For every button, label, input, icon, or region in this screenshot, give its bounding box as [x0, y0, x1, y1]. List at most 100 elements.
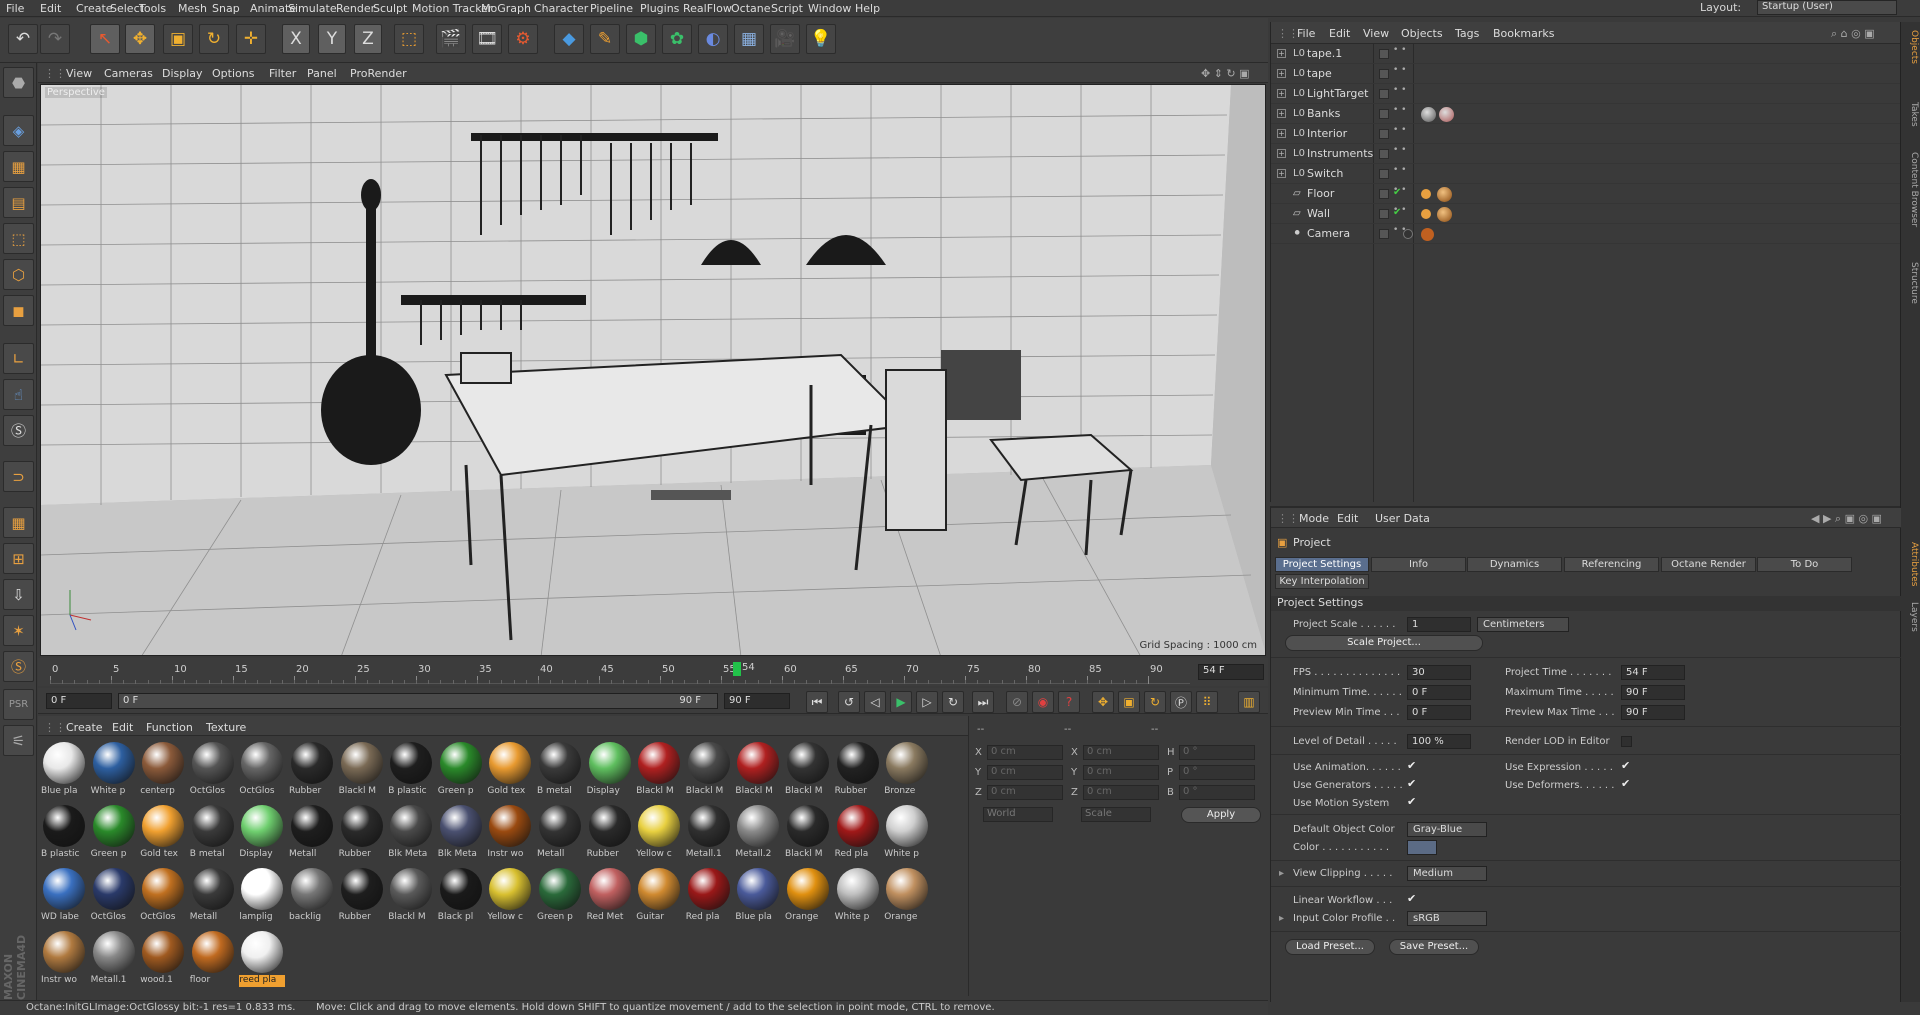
editor-render-dots-icon[interactable]: • • [1393, 86, 1406, 95]
position-z-field[interactable]: 0 cm [987, 785, 1063, 800]
preview-max-field[interactable]: 90 F [1621, 705, 1685, 720]
minimum-time-field[interactable]: 0 F [1407, 685, 1471, 700]
material-swatch[interactable]: Rubber [587, 803, 633, 863]
input-color-profile-dropdown[interactable]: sRGB [1407, 911, 1487, 926]
tab-info[interactable]: Info [1371, 557, 1466, 572]
material-menu-create[interactable]: Create [66, 721, 103, 734]
render-picture-viewer-icon[interactable]: 🎞 [472, 24, 502, 54]
make-editable-icon[interactable]: ⬣ [3, 67, 34, 98]
scale-dropdown[interactable]: Scale [1081, 807, 1151, 822]
menu-mesh[interactable]: Mesh [178, 2, 207, 15]
object-row[interactable]: + L0 Switch • • [1271, 164, 1901, 184]
object-row[interactable]: + L0 tape • • [1271, 64, 1901, 84]
material-swatch[interactable]: White p [91, 740, 137, 800]
units-dropdown[interactable]: Centimeters [1477, 617, 1569, 632]
menu-simulate[interactable]: Simulate [288, 2, 337, 15]
material-swatch[interactable]: OctGlos [190, 740, 236, 800]
viewport-menu-cameras[interactable]: Cameras [104, 67, 153, 80]
editor-render-dots-icon[interactable]: • • [1393, 126, 1406, 135]
object-menu-edit[interactable]: Edit [1329, 27, 1350, 40]
editor-render-dots-icon[interactable]: • • [1393, 146, 1406, 155]
menu-mograph[interactable]: MoGraph [481, 2, 531, 15]
material-swatch[interactable]: Blue pla [41, 740, 87, 800]
menu-sculpt[interactable]: Sculpt [373, 2, 407, 15]
viewport-menu-prorender[interactable]: ProRender [350, 67, 407, 80]
object-row[interactable]: ▱ Floor • • ✔ [1271, 184, 1901, 204]
editor-render-dots-icon[interactable]: • • [1393, 66, 1406, 75]
menu-script[interactable]: Script [771, 2, 803, 15]
next-frame-icon[interactable]: ▷ [916, 691, 938, 713]
render-lod-checkbox[interactable] [1621, 736, 1632, 747]
material-swatch[interactable]: centerp [140, 740, 186, 800]
attribute-nav-icons[interactable]: ◀ ▶ ⌕ ▣ ◎ ▣ [1811, 512, 1882, 526]
layer-visibility-icon[interactable] [1379, 209, 1389, 219]
expand-icon[interactable]: ▸ [1279, 868, 1284, 879]
live-selection-icon[interactable]: ↖ [90, 24, 120, 54]
timeline-ruler[interactable]: 0 5 10 15 20 25 30 35 40 45 50 55 60 65 70 75 80 85 90 [50, 662, 1190, 684]
side-tab-attributes[interactable]: Attributes [1903, 542, 1919, 586]
side-tab-content-browser[interactable]: Content Browser [1903, 152, 1919, 227]
material-swatch[interactable]: WD labe [41, 866, 87, 926]
prev-frame-icon[interactable]: ◁ [864, 691, 886, 713]
material-swatch[interactable]: Blackl M [339, 740, 385, 800]
render-view-icon[interactable]: 🎬 [436, 24, 466, 54]
object-name[interactable]: tape [1307, 67, 1332, 80]
edges-mode-icon[interactable]: ⬡ [3, 259, 34, 290]
lod-field[interactable]: 100 % [1407, 734, 1471, 749]
layer-visibility-icon[interactable] [1379, 169, 1389, 179]
menu-character[interactable]: Character [534, 2, 588, 15]
menu-create[interactable]: Create [76, 2, 113, 15]
move-tool-icon[interactable]: ✥ [125, 24, 155, 54]
points-mode-icon[interactable]: ⬚ [3, 223, 34, 254]
use-generators-checkbox[interactable]: ✔ [1407, 778, 1418, 790]
menu-pipeline[interactable]: Pipeline [590, 2, 633, 15]
material-menu-texture[interactable]: Texture [206, 721, 246, 734]
expand-icon[interactable]: + [1277, 169, 1286, 178]
tab-referencing[interactable]: Referencing [1564, 557, 1659, 572]
material-swatch[interactable]: Guitar [636, 866, 682, 926]
material-swatch[interactable]: backlig [289, 866, 335, 926]
floor-icon[interactable]: ▦ [734, 24, 764, 54]
material-swatch[interactable]: OctGlos [140, 866, 186, 926]
layer-visibility-icon[interactable] [1379, 109, 1389, 119]
layer-visibility-icon[interactable] [1379, 189, 1389, 199]
z-axis-lock-button[interactable]: Z [354, 24, 382, 54]
rotation-p-field[interactable]: 0 ° [1179, 765, 1255, 780]
start-frame-field[interactable]: 0 F [46, 693, 112, 709]
object-manager-icons[interactable]: ⌕ ⌂ ◎ ▣ [1831, 27, 1875, 41]
material-swatch[interactable]: OctGlos [91, 866, 137, 926]
editor-render-dots-icon[interactable]: • • [1393, 166, 1406, 175]
attribute-menu-edit[interactable]: Edit [1337, 512, 1358, 525]
material-swatch[interactable]: Yellow c [487, 866, 533, 926]
material-swatch[interactable]: White p [835, 866, 881, 926]
material-swatch[interactable]: Rubber [289, 740, 335, 800]
menu-snap[interactable]: Snap [212, 2, 240, 15]
goto-end-icon[interactable]: ⏭ [972, 691, 994, 713]
editor-render-dots-icon[interactable]: • • [1393, 106, 1406, 115]
tab-key-interpolation[interactable]: Key Interpolation [1275, 574, 1369, 589]
fps-field[interactable]: 30 [1407, 665, 1471, 680]
menu-help[interactable]: Help [855, 2, 880, 15]
viewport-menu-display[interactable]: Display [162, 67, 203, 80]
expand-icon[interactable]: + [1277, 89, 1286, 98]
attribute-menu-mode[interactable]: Mode [1299, 512, 1329, 525]
side-tab-layers[interactable]: Layers [1903, 602, 1919, 632]
layer-visibility-icon[interactable] [1379, 149, 1389, 159]
world-dropdown[interactable]: World [983, 807, 1053, 822]
material-swatch[interactable]: Blackl M [735, 740, 781, 800]
object-menu-objects[interactable]: Objects [1401, 27, 1443, 40]
material-swatch[interactable]: Red pla [835, 803, 881, 863]
material-menu-edit[interactable]: Edit [112, 721, 133, 734]
linear-workflow-checkbox[interactable]: ✔ [1407, 893, 1418, 905]
layer-visibility-icon[interactable] [1379, 129, 1389, 139]
timeline[interactable]: 0 5 10 15 20 25 30 35 40 45 50 55 60 65 70 75 80 85 90 54 … [38, 658, 1268, 686]
material-tag-icon[interactable] [1439, 107, 1454, 122]
viewport-menu-filter[interactable]: Filter [269, 67, 296, 80]
magnet-icon[interactable]: ⊃ [3, 461, 34, 492]
key-scale-icon[interactable]: ▣ [1118, 691, 1140, 713]
layout-dropdown[interactable]: Startup (User) [1757, 0, 1897, 15]
timeline-window-icon[interactable]: ▥ [1238, 691, 1260, 713]
key-param-icon[interactable]: Ⓟ [1170, 691, 1192, 713]
material-swatch[interactable]: Bronze [884, 740, 930, 800]
goto-start-icon[interactable]: ⏮ [806, 691, 828, 713]
